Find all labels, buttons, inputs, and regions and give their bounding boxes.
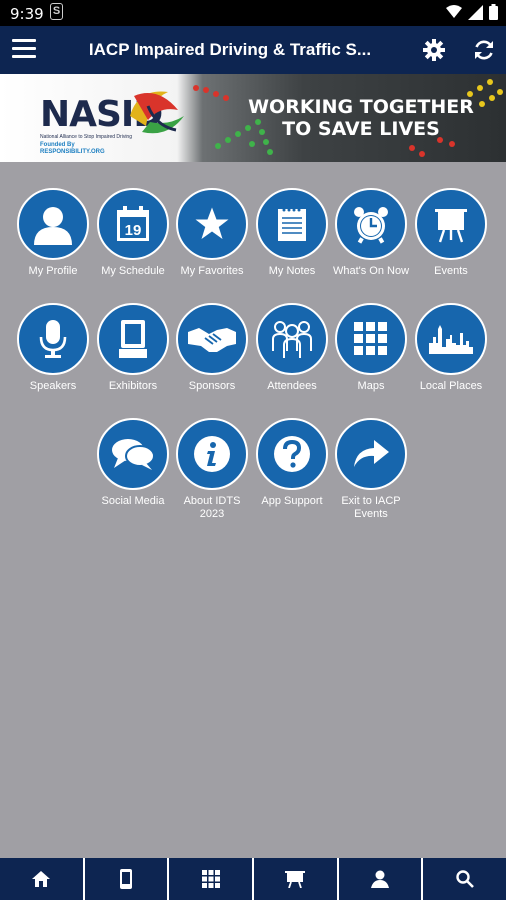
- tile-label: My Profile: [28, 265, 78, 277]
- tile-exit-to-iacp-events[interactable]: Exit to IACP Events: [331, 418, 411, 521]
- easel-icon: [285, 871, 306, 888]
- tile-circle: [97, 418, 169, 490]
- tile-circle: [176, 188, 248, 260]
- tile-maps[interactable]: Maps: [331, 303, 411, 393]
- banner-tagline-line2: TO SAVE LIVES: [282, 118, 440, 140]
- sponsor-banner[interactable]: NASID National Alliance to Stop Impaired…: [0, 74, 506, 162]
- tile-sponsors[interactable]: Sponsors: [172, 303, 252, 393]
- tile-label: My Favorites: [180, 265, 244, 277]
- sync-status-icon: S: [50, 3, 63, 20]
- easel-icon: [435, 209, 467, 243]
- handshake-icon: [188, 328, 236, 352]
- tile-circle: [335, 303, 407, 375]
- tile-label: Maps: [357, 380, 385, 392]
- person-icon: [34, 207, 72, 245]
- nav-events[interactable]: [254, 858, 339, 900]
- tile-circle: [256, 188, 328, 260]
- tile-circle: [256, 418, 328, 490]
- tile-my-profile[interactable]: My Profile: [13, 188, 93, 278]
- question-icon: [274, 436, 310, 472]
- tile-social-media[interactable]: Social Media: [93, 418, 173, 508]
- tile-label: Exit to IACP Events: [341, 495, 401, 520]
- alarm-clock-icon: [354, 207, 388, 244]
- map-grid-icon: [354, 322, 387, 355]
- nav-home[interactable]: [0, 858, 85, 900]
- nav-maps[interactable]: [169, 858, 255, 900]
- refresh-icon[interactable]: [472, 38, 496, 62]
- tile-label: Sponsors: [188, 380, 236, 392]
- banner-tagline: WORKING TOGETHER TO SAVE LIVES: [236, 96, 486, 140]
- tile-my-favorites[interactable]: My Favorites: [172, 188, 252, 278]
- app-title: IACP Impaired Driving & Traffic S...: [88, 40, 372, 59]
- phone-icon: [120, 869, 132, 889]
- tile-circle: [256, 303, 328, 375]
- tile-speakers[interactable]: Speakers: [13, 303, 93, 393]
- nav-speakers[interactable]: [339, 858, 424, 900]
- tile-label: Events: [434, 265, 468, 277]
- tile-label: What's On Now: [332, 265, 410, 277]
- status-bar: 9:39 S: [0, 0, 506, 26]
- battery-icon: [489, 4, 498, 20]
- notepad-icon: [278, 208, 306, 241]
- banner-tagline-line1: WORKING TOGETHER: [248, 96, 474, 118]
- tile-circle: [176, 303, 248, 375]
- tile-attendees[interactable]: Attendees: [252, 303, 332, 393]
- tile-circle: [176, 418, 248, 490]
- tile-circle: [335, 418, 407, 490]
- calendar-day-number: 19: [125, 222, 142, 239]
- tile-app-support[interactable]: App Support: [252, 418, 332, 508]
- tile-label: My Notes: [268, 265, 316, 277]
- app-bar: IACP Impaired Driving & Traffic S...: [0, 26, 506, 74]
- tile-label: Exhibitors: [108, 380, 158, 392]
- tile-label: My Schedule: [101, 265, 165, 277]
- hamburger-menu-icon[interactable]: [12, 39, 36, 61]
- star-icon: [195, 207, 229, 239]
- person-icon: [371, 870, 390, 888]
- grid-icon: [201, 870, 220, 888]
- tile-exhibitors[interactable]: Exhibitors: [93, 303, 173, 393]
- status-time: 9:39: [10, 5, 44, 23]
- tile-label: Local Places: [419, 380, 483, 392]
- tile-circle: [97, 303, 169, 375]
- bottom-nav-bar: [0, 858, 506, 900]
- home-icon: [32, 871, 51, 887]
- share-arrow-icon: [354, 440, 389, 467]
- tile-my-notes[interactable]: My Notes: [252, 188, 332, 278]
- tile-circle: [17, 303, 89, 375]
- microphone-icon: [39, 320, 67, 358]
- tile-about[interactable]: About IDTS 2023: [172, 418, 252, 521]
- gear-icon[interactable]: [422, 38, 446, 62]
- tile-circle: [335, 188, 407, 260]
- wifi-icon: [446, 5, 462, 18]
- info-icon: [194, 436, 230, 472]
- people-icon: [272, 321, 312, 358]
- calendar-icon: 19: [117, 206, 149, 241]
- search-icon: [455, 870, 474, 888]
- city-skyline-icon: [429, 325, 473, 354]
- tile-my-schedule[interactable]: 19 My Schedule: [93, 188, 173, 278]
- signal-icon: [468, 4, 483, 20]
- status-icons: [446, 4, 498, 20]
- tile-local-places[interactable]: Local Places: [411, 303, 491, 393]
- tile-circle: [17, 188, 89, 260]
- booth-icon: [119, 320, 147, 358]
- tile-label: Attendees: [267, 380, 317, 392]
- tile-label: About IDTS 2023: [183, 495, 241, 520]
- chat-bubbles-icon: [112, 439, 155, 470]
- tile-label: Social Media: [101, 495, 165, 507]
- nav-exhibitors[interactable]: [85, 858, 170, 900]
- tile-circle: [415, 188, 487, 260]
- tile-label: App Support: [261, 495, 323, 507]
- tile-events[interactable]: Events: [411, 188, 491, 278]
- nav-search[interactable]: [423, 858, 506, 900]
- tile-whats-on-now[interactable]: What's On Now: [331, 188, 411, 278]
- tile-label: Speakers: [29, 380, 77, 392]
- tile-circle: 19: [97, 188, 169, 260]
- tile-circle: [415, 303, 487, 375]
